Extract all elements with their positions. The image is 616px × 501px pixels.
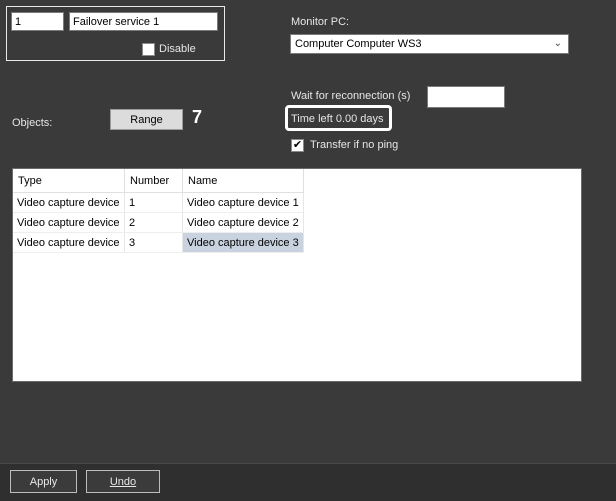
objects-label: Objects: [12,117,53,129]
cell-type[interactable]: Video capture device [13,192,125,213]
column-header-number[interactable]: Number [124,169,183,193]
table-row[interactable]: Video capture device 3 Video capture dev… [13,232,304,253]
disable-label: Disable [159,43,196,55]
check-icon: ✔ [292,139,303,151]
disable-checkbox[interactable] [142,43,155,56]
cell-name-selected[interactable]: Video capture device 3 [182,232,304,253]
monitor-pc-dropdown[interactable]: Computer Computer WS3 ⌄ [290,34,569,54]
cell-type[interactable]: Video capture device [13,212,125,233]
wait-reconnection-label: Wait for reconnection (s) [291,90,411,102]
service-name-field[interactable] [69,12,218,31]
monitor-pc-label: Monitor PC: [291,16,350,28]
transfer-label: Transfer if no ping [310,139,399,151]
monitor-pc-value: Computer Computer WS3 [295,38,422,50]
table-header-row: Type Number Name [13,169,304,193]
cell-number[interactable]: 3 [124,232,183,253]
cell-number[interactable]: 2 [124,212,183,233]
cell-name[interactable]: Video capture device 2 [182,212,304,233]
transfer-checkbox[interactable]: ✔ [291,139,304,152]
time-left-text: Time left 0.00 days [291,113,384,125]
service-id-field[interactable] [11,12,64,31]
objects-table: Type Number Name Video capture device 1 … [12,168,582,382]
table-row[interactable]: Video capture device 1 Video capture dev… [13,192,304,213]
wait-reconnection-field[interactable] [427,86,505,108]
cell-type[interactable]: Video capture device [13,232,125,253]
column-header-name[interactable]: Name [182,169,304,193]
undo-button[interactable]: Undo [86,470,160,493]
table-row[interactable]: Video capture device 2 Video capture dev… [13,212,304,233]
cell-number[interactable]: 1 [124,192,183,213]
range-button[interactable]: Range [110,109,183,130]
callout-number: 7 [192,107,203,127]
cell-name[interactable]: Video capture device 1 [182,192,304,213]
chevron-down-icon: ⌄ [553,38,562,49]
column-header-type[interactable]: Type [13,169,125,193]
apply-button[interactable]: Apply [10,470,77,493]
